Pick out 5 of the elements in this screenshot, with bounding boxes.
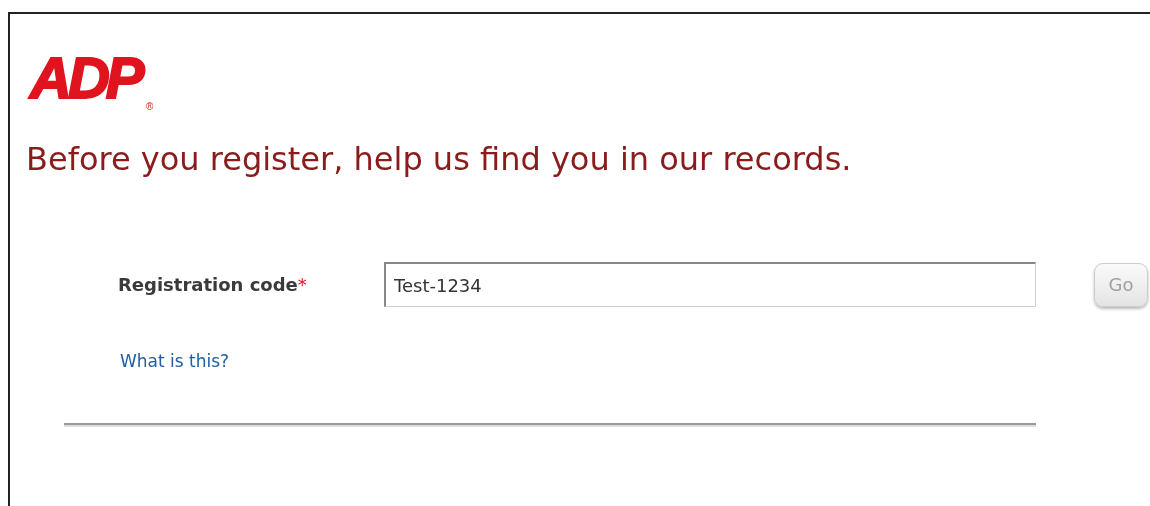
help-link[interactable]: What is this?: [120, 351, 230, 371]
logo: ADP®: [26, 44, 166, 120]
field-label: Registration code*: [118, 274, 308, 295]
registration-code-field[interactable]: Test-1234: [384, 262, 1036, 307]
page-heading: Before you register, help us find you in our records.: [26, 140, 853, 178]
